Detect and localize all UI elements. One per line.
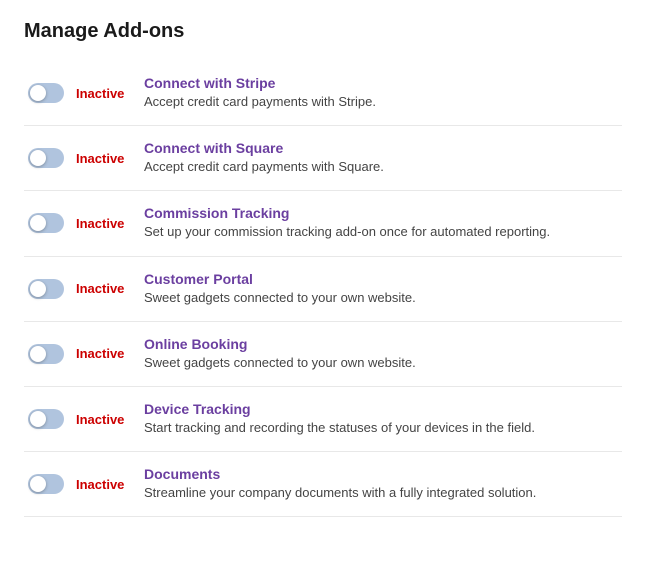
addon-desc-device-tracking: Start tracking and recording the statuse… [144, 420, 535, 435]
addon-info-commission: Commission Tracking Set up your commissi… [144, 205, 622, 241]
addon-info-documents: Documents Streamline your company docume… [144, 466, 622, 502]
addon-item-square: Inactive Connect with Square Accept cred… [24, 126, 622, 191]
addon-item-online-booking: Inactive Online Booking Sweet gadgets co… [24, 322, 622, 387]
toggle-square[interactable] [28, 148, 64, 168]
toggle-online-booking[interactable] [28, 344, 64, 364]
addon-desc-online-booking: Sweet gadgets connected to your own webs… [144, 355, 416, 370]
addon-name-online-booking[interactable]: Online Booking [144, 336, 622, 352]
toggle-wrapper-commission [24, 213, 68, 233]
addon-name-customer-portal[interactable]: Customer Portal [144, 271, 622, 287]
addon-info-online-booking: Online Booking Sweet gadgets connected t… [144, 336, 622, 372]
status-label-device-tracking: Inactive [76, 412, 134, 427]
addon-desc-square: Accept credit card payments with Square. [144, 159, 384, 174]
addon-name-square[interactable]: Connect with Square [144, 140, 622, 156]
toggle-wrapper-customer-portal [24, 279, 68, 299]
addon-info-square: Connect with Square Accept credit card p… [144, 140, 622, 176]
toggle-device-tracking[interactable] [28, 409, 64, 429]
status-label-stripe: Inactive [76, 86, 134, 101]
status-label-online-booking: Inactive [76, 346, 134, 361]
addon-item-stripe: Inactive Connect with Stripe Accept cred… [24, 61, 622, 126]
toggle-wrapper-stripe [24, 83, 68, 103]
addon-desc-customer-portal: Sweet gadgets connected to your own webs… [144, 290, 416, 305]
addon-desc-documents: Streamline your company documents with a… [144, 485, 536, 500]
toggle-wrapper-online-booking [24, 344, 68, 364]
addon-info-customer-portal: Customer Portal Sweet gadgets connected … [144, 271, 622, 307]
addon-item-customer-portal: Inactive Customer Portal Sweet gadgets c… [24, 257, 622, 322]
status-label-customer-portal: Inactive [76, 281, 134, 296]
toggle-customer-portal[interactable] [28, 279, 64, 299]
status-label-commission: Inactive [76, 216, 134, 231]
addon-item-commission: Inactive Commission Tracking Set up your… [24, 191, 622, 256]
status-label-documents: Inactive [76, 477, 134, 492]
addon-item-device-tracking: Inactive Device Tracking Start tracking … [24, 387, 622, 452]
status-label-square: Inactive [76, 151, 134, 166]
toggle-commission[interactable] [28, 213, 64, 233]
toggle-wrapper-documents [24, 474, 68, 494]
addon-name-documents[interactable]: Documents [144, 466, 622, 482]
addon-name-device-tracking[interactable]: Device Tracking [144, 401, 622, 417]
toggle-wrapper-square [24, 148, 68, 168]
toggle-stripe[interactable] [28, 83, 64, 103]
addon-desc-commission: Set up your commission tracking add-on o… [144, 224, 550, 239]
addon-name-stripe[interactable]: Connect with Stripe [144, 75, 622, 91]
addon-list: Inactive Connect with Stripe Accept cred… [24, 61, 622, 517]
addon-desc-stripe: Accept credit card payments with Stripe. [144, 94, 376, 109]
toggle-documents[interactable] [28, 474, 64, 494]
addon-item-documents: Inactive Documents Streamline your compa… [24, 452, 622, 517]
toggle-wrapper-device-tracking [24, 409, 68, 429]
addon-info-stripe: Connect with Stripe Accept credit card p… [144, 75, 622, 111]
page-title: Manage Add-ons [24, 20, 622, 43]
addon-info-device-tracking: Device Tracking Start tracking and recor… [144, 401, 622, 437]
addon-name-commission[interactable]: Commission Tracking [144, 205, 622, 221]
